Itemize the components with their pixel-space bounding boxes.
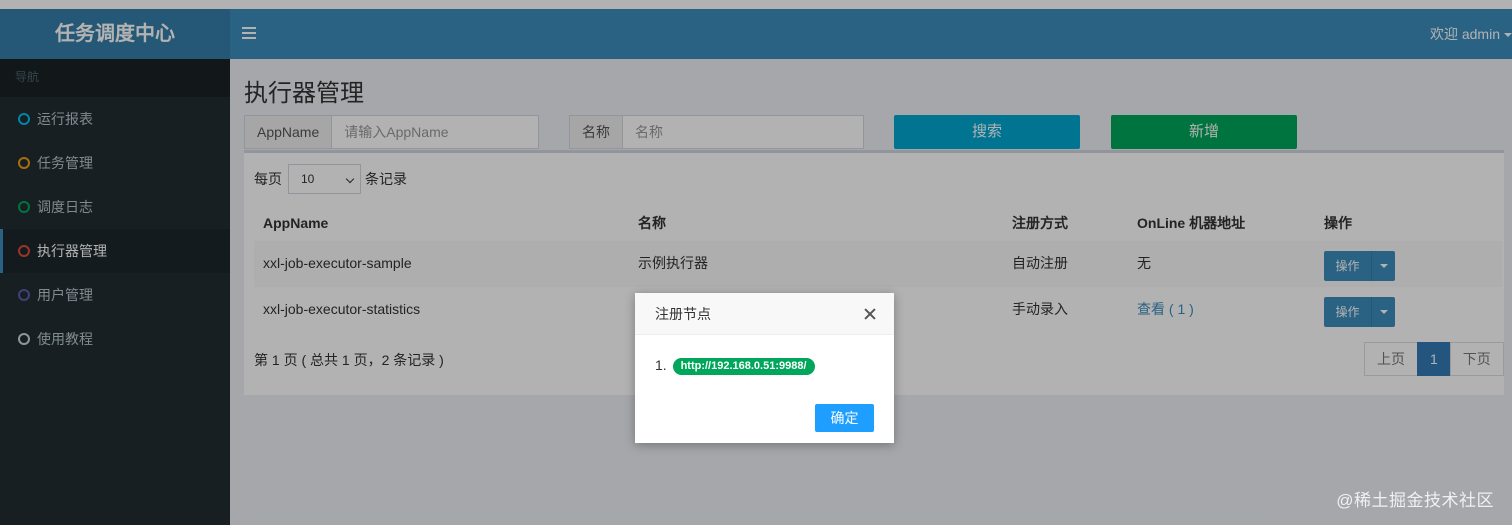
modal-overlay[interactable] [0,0,1512,525]
confirm-button[interactable]: 确定 [815,404,874,432]
watermark-text: @稀土掘金技术社区 [1336,491,1494,510]
address-badge: http://192.168.0.51:9988/ [672,358,815,375]
close-icon[interactable] [862,306,878,322]
dialog-title: 注册节点 [655,306,711,322]
registered-nodes-dialog: 注册节点 1. http://192.168.0.51:9988/ 确定 [635,293,894,443]
list-index: 1. [655,357,667,373]
dialog-header: 注册节点 [635,293,894,335]
dialog-body: 1. http://192.168.0.51:9988/ [655,357,815,375]
